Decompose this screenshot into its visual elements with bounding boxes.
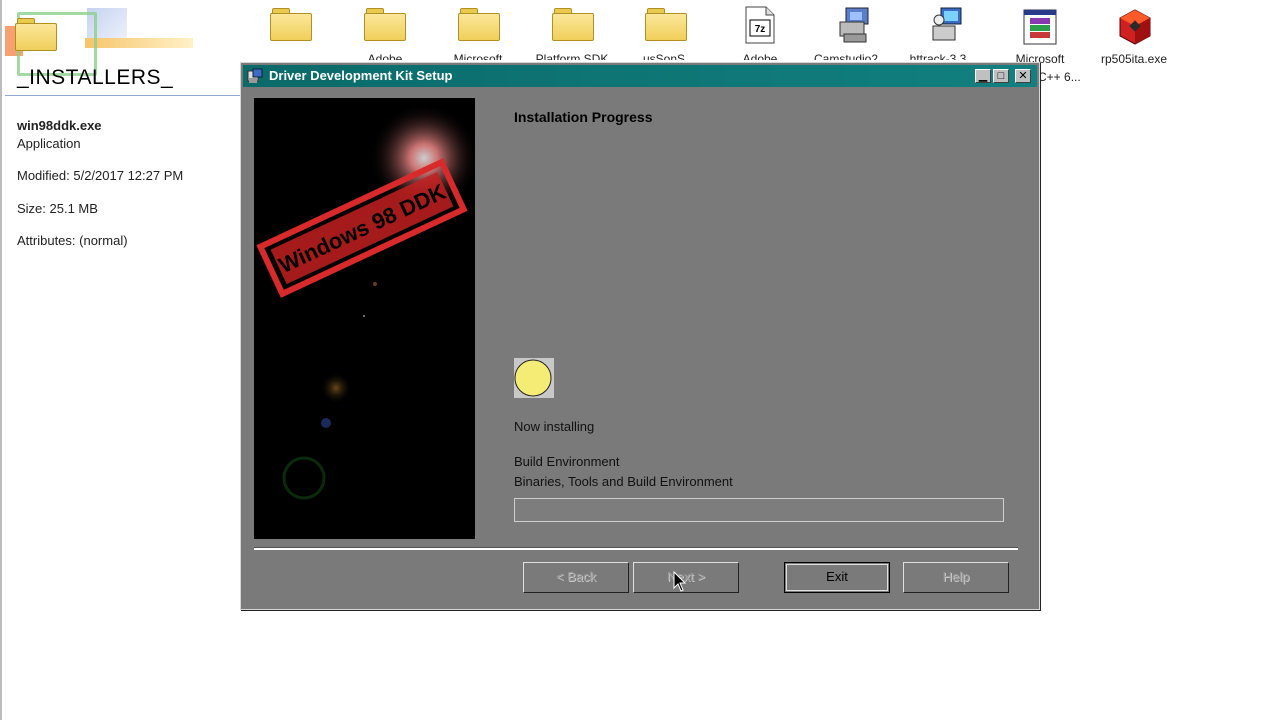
svg-text:7z: 7z xyxy=(755,24,766,35)
section-title: Installation Progress xyxy=(514,109,653,125)
help-button[interactable]: Help xyxy=(903,562,1009,593)
minimize-icon: ▁ xyxy=(978,70,988,82)
selected-file-size: Size: 25.1 MB xyxy=(17,201,98,216)
cube-icon xyxy=(1119,9,1151,45)
setup-dialog: Driver Development Kit Setup ▁ □ ✕ Windo… xyxy=(240,62,1040,610)
desktop-item-label: usSonS xyxy=(642,52,686,60)
folder-title-divider xyxy=(5,95,243,96)
exit-button[interactable]: Exit xyxy=(784,562,890,593)
winrar-icon xyxy=(1023,9,1057,45)
desktop-item-label: Microsoft xyxy=(453,52,503,60)
installer-icon xyxy=(839,7,869,43)
desktop-item-label: rp505ita.exe xyxy=(1100,52,1168,66)
desktop-item-label: Adobe xyxy=(742,52,778,60)
button-separator xyxy=(254,547,1018,550)
7z-archive-icon: 7z xyxy=(745,6,775,44)
setup-icon xyxy=(932,7,962,41)
mouse-cursor-icon xyxy=(673,571,687,592)
setup-banner-image: Windows 98 DDK xyxy=(254,98,475,539)
maximize-icon: □ xyxy=(997,70,1005,82)
back-button[interactable]: < Back xyxy=(523,562,629,593)
install-progress-bar xyxy=(514,498,1004,522)
progress-indicator xyxy=(514,358,554,398)
maximize-button[interactable]: □ xyxy=(993,69,1009,83)
desktop-item-label: Adobe xyxy=(367,52,403,60)
folder-icon xyxy=(458,6,500,42)
selected-file-type: Application xyxy=(17,136,81,151)
window-left-border xyxy=(0,0,2,720)
selected-file-attributes: Attributes: (normal) xyxy=(17,233,128,248)
dialog-title: Driver Development Kit Setup xyxy=(269,68,453,83)
selected-file-modified: Modified: 5/2/2017 12:27 PM xyxy=(17,168,184,183)
banner-decor-stripe xyxy=(85,38,193,48)
dialog-titlebar[interactable]: Driver Development Kit Setup ▁ □ ✕ xyxy=(243,65,1037,87)
folder-icon xyxy=(364,6,406,42)
desktop-item-label: httrack-3.3 xyxy=(909,52,967,60)
yellow-circle-icon xyxy=(514,359,552,397)
close-button[interactable]: ✕ xyxy=(1015,69,1031,83)
desktop-item-label: Platform SDK xyxy=(535,52,609,60)
folder-title: _INSTALLERS_ xyxy=(17,66,174,89)
folder-icon xyxy=(552,6,594,42)
windows-98-ddk-stamp-graphic: Windows 98 DDK xyxy=(256,103,475,500)
desktop-item-label: Camstudio2 xyxy=(813,52,879,60)
folder-icon xyxy=(15,16,57,52)
minimize-button[interactable]: ▁ xyxy=(975,69,991,83)
close-icon: ✕ xyxy=(1018,70,1028,82)
desktop-item-label-line2: C++ 6... xyxy=(1038,70,1081,84)
install-component: Build Environment xyxy=(514,454,620,469)
selected-file-name: win98ddk.exe xyxy=(17,118,102,133)
folder-icon xyxy=(270,6,312,42)
setup-app-icon xyxy=(247,68,263,83)
folder-icon xyxy=(645,6,687,42)
install-component-detail: Binaries, Tools and Build Environment xyxy=(514,474,733,489)
install-status: Now installing xyxy=(514,419,595,434)
